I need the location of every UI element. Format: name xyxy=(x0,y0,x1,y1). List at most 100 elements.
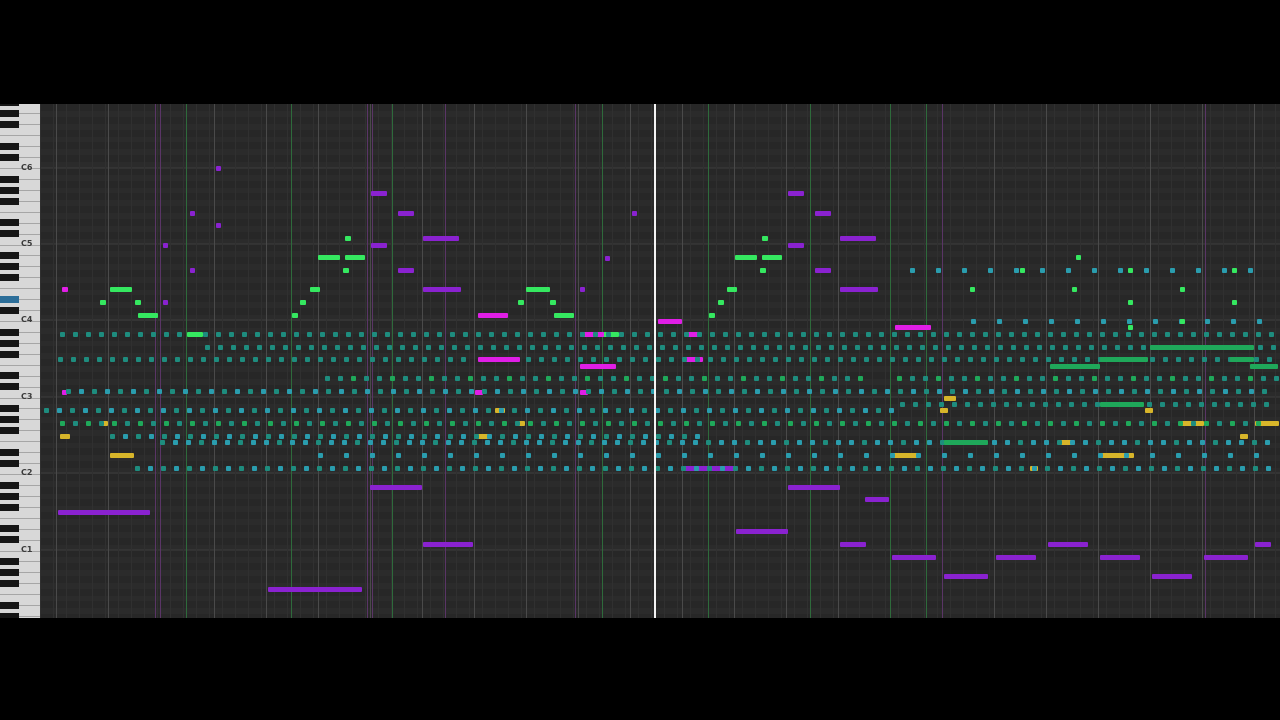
midi-note[interactable] xyxy=(733,466,738,471)
midi-note[interactable] xyxy=(372,332,377,337)
midi-note[interactable] xyxy=(1170,376,1175,381)
midi-note[interactable] xyxy=(1136,466,1141,471)
midi-note[interactable] xyxy=(901,440,906,445)
midi-note[interactable] xyxy=(1180,319,1185,324)
midi-note[interactable] xyxy=(97,357,102,362)
midi-note[interactable] xyxy=(619,332,624,337)
midi-note[interactable] xyxy=(746,466,751,471)
midi-note[interactable] xyxy=(996,332,1001,337)
midi-note[interactable] xyxy=(1212,402,1217,407)
midi-note[interactable] xyxy=(316,440,321,445)
midi-note[interactable] xyxy=(1031,440,1036,445)
midi-note[interactable] xyxy=(591,357,596,362)
midi-note[interactable] xyxy=(203,421,208,426)
midi-note[interactable] xyxy=(1097,466,1102,471)
midi-note[interactable] xyxy=(105,389,110,394)
midi-note[interactable] xyxy=(239,408,244,413)
midi-note[interactable] xyxy=(303,440,308,445)
midi-note[interactable] xyxy=(681,408,686,413)
midi-note[interactable] xyxy=(850,408,855,413)
midi-note[interactable] xyxy=(371,243,387,248)
midi-note[interactable] xyxy=(862,440,867,445)
midi-note[interactable] xyxy=(630,434,635,439)
midi-note[interactable] xyxy=(771,440,776,445)
midi-note[interactable] xyxy=(200,466,205,471)
midi-note[interactable] xyxy=(781,389,786,394)
midi-note[interactable] xyxy=(707,408,712,413)
midi-note[interactable] xyxy=(448,453,453,458)
midi-note[interactable] xyxy=(910,268,915,273)
midi-note[interactable] xyxy=(1074,332,1079,337)
midi-note[interactable] xyxy=(318,434,323,439)
midi-note[interactable] xyxy=(637,376,642,381)
midi-note[interactable] xyxy=(213,466,218,471)
midi-note[interactable] xyxy=(381,440,386,445)
midi-note[interactable] xyxy=(525,408,530,413)
midi-note[interactable] xyxy=(941,466,946,471)
black-key[interactable] xyxy=(0,143,19,150)
midi-note[interactable] xyxy=(429,376,434,381)
midi-note[interactable] xyxy=(161,408,166,413)
midi-note[interactable] xyxy=(988,268,993,273)
midi-note[interactable] xyxy=(359,332,364,337)
midi-note[interactable] xyxy=(612,389,617,394)
midi-note[interactable] xyxy=(916,453,921,458)
midi-note[interactable] xyxy=(344,434,349,439)
midi-note[interactable] xyxy=(898,389,903,394)
midi-note[interactable] xyxy=(164,332,169,337)
midi-note[interactable] xyxy=(485,440,490,445)
midi-note[interactable] xyxy=(1032,466,1037,471)
midi-note[interactable] xyxy=(1147,402,1152,407)
midi-note[interactable] xyxy=(291,466,296,471)
black-key[interactable] xyxy=(0,110,19,117)
midi-note[interactable] xyxy=(552,453,557,458)
midi-note[interactable] xyxy=(1161,440,1166,445)
midi-note[interactable] xyxy=(231,345,236,350)
midi-note[interactable] xyxy=(611,376,616,381)
midi-note[interactable] xyxy=(277,440,282,445)
midi-note[interactable] xyxy=(177,421,182,426)
midi-note[interactable] xyxy=(73,421,78,426)
midi-note[interactable] xyxy=(1139,332,1144,337)
midi-note[interactable] xyxy=(270,345,275,350)
midi-note[interactable] xyxy=(937,389,942,394)
midi-note[interactable] xyxy=(1059,357,1064,362)
midi-note[interactable] xyxy=(768,389,773,394)
midi-note[interactable] xyxy=(294,421,299,426)
midi-note[interactable] xyxy=(266,357,271,362)
midi-note[interactable] xyxy=(759,466,764,471)
midi-note[interactable] xyxy=(1089,345,1094,350)
midi-note[interactable] xyxy=(1152,421,1157,426)
midi-note[interactable] xyxy=(110,287,132,292)
midi-note[interactable] xyxy=(1001,376,1006,381)
midi-note[interactable] xyxy=(489,421,494,426)
midi-note[interactable] xyxy=(1014,376,1019,381)
midi-note[interactable] xyxy=(463,421,468,426)
midi-note[interactable] xyxy=(554,421,559,426)
midi-note[interactable] xyxy=(959,345,964,350)
midi-note[interactable] xyxy=(1231,319,1236,324)
midi-note[interactable] xyxy=(318,453,323,458)
midi-note[interactable] xyxy=(892,332,897,337)
midi-note[interactable] xyxy=(502,421,507,426)
midi-note[interactable] xyxy=(60,421,65,426)
midi-note[interactable] xyxy=(442,376,447,381)
midi-note[interactable] xyxy=(1227,466,1232,471)
midi-note[interactable] xyxy=(868,345,873,350)
midi-note[interactable] xyxy=(472,440,477,445)
midi-note[interactable] xyxy=(877,357,882,362)
midi-note[interactable] xyxy=(1040,376,1045,381)
midi-note[interactable] xyxy=(187,466,192,471)
midi-note[interactable] xyxy=(370,434,375,439)
midi-note[interactable] xyxy=(602,440,607,445)
midi-note[interactable] xyxy=(686,345,691,350)
midi-note[interactable] xyxy=(265,408,270,413)
midi-note[interactable] xyxy=(309,345,314,350)
midi-note[interactable] xyxy=(60,434,70,439)
midi-note[interactable] xyxy=(530,345,535,350)
midi-note[interactable] xyxy=(786,357,791,362)
midi-note[interactable] xyxy=(329,440,334,445)
midi-note[interactable] xyxy=(476,332,481,337)
midi-note[interactable] xyxy=(736,421,741,426)
midi-note[interactable] xyxy=(1007,357,1012,362)
